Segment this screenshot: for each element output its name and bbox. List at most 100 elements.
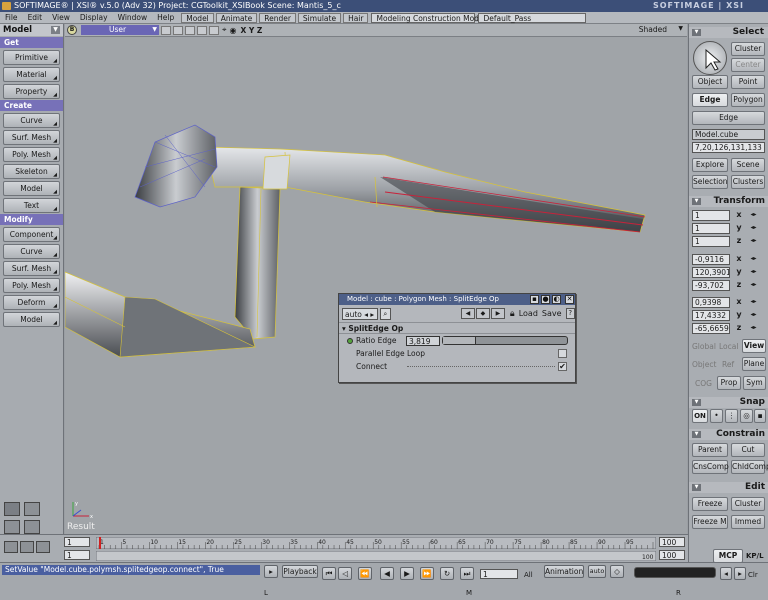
translation-y-field[interactable]: 17,4332 xyxy=(692,310,730,321)
object-button[interactable]: Object xyxy=(692,75,728,89)
save-button[interactable]: Save xyxy=(542,309,562,318)
polygon-button[interactable]: Polygon xyxy=(731,93,765,107)
ratio-edge-slider[interactable] xyxy=(442,336,568,345)
layout-quad-icon[interactable] xyxy=(4,502,20,516)
nav-back-icon[interactable]: ◀ xyxy=(460,308,475,319)
snap-on-button[interactable]: ON xyxy=(692,409,708,423)
object-name-field[interactable]: Model.cube xyxy=(692,129,765,140)
dopesheet-icon[interactable] xyxy=(20,541,34,553)
toolbar-module-title[interactable]: Model ▼ xyxy=(0,24,63,36)
parent-button[interactable]: Parent xyxy=(692,443,728,457)
animation-dot-icon[interactable] xyxy=(347,337,353,344)
modify-model-button[interactable]: Model ◢ xyxy=(3,312,60,327)
shading-mode[interactable]: Shaded xyxy=(639,25,667,34)
prev-frame-icon[interactable]: ⏪ xyxy=(358,567,372,580)
construction-mode-select[interactable]: Modeling Construction Mode xyxy=(371,12,484,23)
info-icon[interactable]: ◐ xyxy=(552,295,561,304)
chevron-down-icon[interactable]: ▼ xyxy=(678,25,683,32)
menu-display[interactable]: Display xyxy=(75,13,113,22)
viewport-b[interactable]: B User ▼ ⌖ ◉ X Y Z Shaded ▼ y x Result M… xyxy=(65,24,687,534)
nav-center-icon[interactable]: ◆ xyxy=(475,308,490,319)
edge-filter-button[interactable]: Edge xyxy=(692,111,765,125)
translation-z-field[interactable]: -65,6659 xyxy=(692,323,730,334)
translation-x-axis-label[interactable]: x xyxy=(734,297,744,307)
script-editor-icon[interactable]: ▸ xyxy=(264,565,278,578)
pass-select[interactable]: Default_Pass xyxy=(478,12,587,23)
menu-window[interactable]: Window xyxy=(113,13,153,22)
graph-editor-icon[interactable] xyxy=(4,541,18,553)
panel-title[interactable]: Model : cube : Polygon Mesh : SplitEdge … xyxy=(339,294,575,305)
scale-y-field[interactable]: 1 xyxy=(692,223,730,234)
chldcomp-button[interactable]: ChldComp xyxy=(731,460,768,474)
snap-grid-icon[interactable]: ⋮ xyxy=(725,409,738,423)
module-model[interactable]: Model xyxy=(181,12,214,23)
immed-button[interactable]: Immed xyxy=(731,515,765,529)
camera-icon[interactable]: ⌖ xyxy=(222,25,227,35)
timeline-end-field[interactable]: 100 xyxy=(659,537,685,547)
module-simulate[interactable]: Simulate xyxy=(297,12,342,23)
rotation-y-axis-label[interactable]: y xyxy=(734,267,744,277)
freeze-button[interactable]: Freeze xyxy=(692,497,728,511)
scale-x-field[interactable]: 1 xyxy=(692,210,730,221)
play-icon[interactable]: ▶ xyxy=(400,567,414,580)
loop-icon[interactable]: ↻ xyxy=(440,567,454,580)
selection-button[interactable]: Selection xyxy=(692,175,728,189)
command-line[interactable]: SetValue "Model.cube.polymsh.splitedgeop… xyxy=(2,565,260,575)
splitedge-section[interactable]: ▾ SplitEdge Op xyxy=(339,323,575,334)
view-ref-button[interactable]: View xyxy=(742,339,766,353)
select-arrow-tool[interactable] xyxy=(693,41,727,75)
connect-checkbox[interactable]: ✔ xyxy=(558,362,567,371)
prev-key-icon[interactable]: ◁ xyxy=(338,567,352,580)
eye-icon[interactable]: ◉ xyxy=(230,26,237,35)
chevron-down-icon[interactable]: ▼ xyxy=(692,399,701,406)
cnscomp-button[interactable]: CnsComp xyxy=(692,460,729,474)
timeline-start-field[interactable]: 1 xyxy=(64,537,90,547)
mcp-tab[interactable]: MCP xyxy=(713,549,743,563)
rotation-z-axis-label[interactable]: z xyxy=(734,280,744,290)
section-get[interactable]: Get xyxy=(0,37,63,48)
module-hair[interactable]: Hair xyxy=(343,12,369,23)
object-ref-label[interactable]: Object xyxy=(692,360,716,369)
key-prev-icon[interactable]: ◂ xyxy=(720,567,732,580)
parallel-edge-loop-checkbox[interactable] xyxy=(558,349,567,358)
key-icon[interactable]: ◇ xyxy=(610,565,624,578)
get-property-button[interactable]: Property ◢ xyxy=(3,84,60,99)
translation-y-axis-label[interactable]: y xyxy=(734,310,744,320)
play-back-icon[interactable]: ◀ xyxy=(380,567,394,580)
layout-vertical-icon[interactable] xyxy=(24,520,40,534)
scale-y-stepper-icon[interactable]: ◂▸ xyxy=(749,224,758,233)
rotation-z-stepper-icon[interactable]: ◂▸ xyxy=(749,281,758,290)
timeline-range-ruler[interactable]: 100 xyxy=(96,551,656,561)
freeze-m-button[interactable]: Freeze M xyxy=(692,515,728,529)
rotation-z-field[interactable]: -93,702 xyxy=(692,280,730,291)
menu-view[interactable]: View xyxy=(47,13,75,22)
scene-button[interactable]: Scene xyxy=(731,158,765,172)
point-button[interactable]: Point xyxy=(731,75,765,89)
modify-curve-button[interactable]: Curve ◢ xyxy=(3,244,60,259)
chevron-down-icon[interactable]: ▼ xyxy=(692,198,701,205)
search-icon[interactable]: ⌕ xyxy=(379,307,391,320)
chevron-down-icon[interactable]: ▼ xyxy=(51,26,60,34)
create-text-button[interactable]: Text ◢ xyxy=(3,198,60,213)
polygon-mesh-cube[interactable] xyxy=(65,37,687,534)
modify-deform-button[interactable]: Deform ◢ xyxy=(3,295,60,310)
viewport-tool-2[interactable] xyxy=(173,25,183,35)
rotation-x-stepper-icon[interactable]: ◂▸ xyxy=(749,255,758,264)
current-frame-field[interactable]: 1 xyxy=(480,569,518,579)
cut-button[interactable]: Cut xyxy=(731,443,765,457)
last-frame-icon[interactable]: ⏭ xyxy=(460,567,474,580)
modify-component-button[interactable]: Component ◢ xyxy=(3,227,60,242)
translation-x-field[interactable]: 0,9398 xyxy=(692,297,730,308)
rotation-y-stepper-icon[interactable]: ◂▸ xyxy=(749,268,758,277)
modify-surf-mesh-button[interactable]: Surf. Mesh ◢ xyxy=(3,261,60,276)
snap-title[interactable]: ▼ Snap xyxy=(689,397,768,408)
ref-label[interactable]: Ref xyxy=(722,360,734,369)
translation-z-stepper-icon[interactable]: ◂▸ xyxy=(749,324,758,333)
close-icon[interactable]: ✕ xyxy=(565,295,574,304)
local-ref-label[interactable]: Local xyxy=(719,342,738,351)
viewport-tool-3[interactable] xyxy=(185,25,195,35)
first-frame-icon[interactable]: ⏮ xyxy=(322,567,336,580)
clear-label[interactable]: Clr xyxy=(748,571,758,579)
plane-button[interactable]: Plane xyxy=(742,357,766,371)
get-primitive-button[interactable]: Primitive ◢ xyxy=(3,50,60,65)
